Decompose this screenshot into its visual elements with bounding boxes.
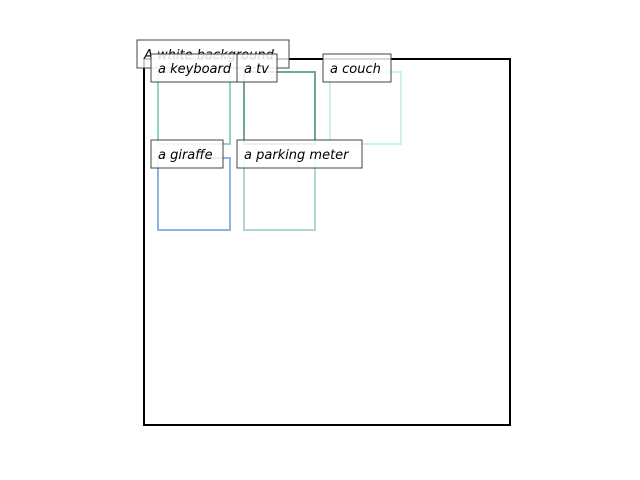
label-text-a-giraffe: a giraffe — [158, 148, 213, 163]
label-text-a-keyboard: a keyboard — [158, 62, 232, 77]
label-text-a-couch: a couch — [330, 62, 381, 77]
label-a-keyboard: a keyboard — [150, 53, 238, 83]
layout-diagram: A white background a keyboarda tva couch… — [136, 39, 511, 426]
label-text-a-tv: a tv — [244, 62, 269, 77]
label-a-tv: a tv — [236, 53, 278, 83]
label-a-parking-meter: a parking meter — [236, 139, 363, 169]
label-text-a-parking-meter: a parking meter — [244, 148, 350, 163]
label-a-giraffe: a giraffe — [150, 139, 224, 169]
canvas-frame — [143, 58, 511, 426]
label-a-couch: a couch — [322, 53, 392, 83]
